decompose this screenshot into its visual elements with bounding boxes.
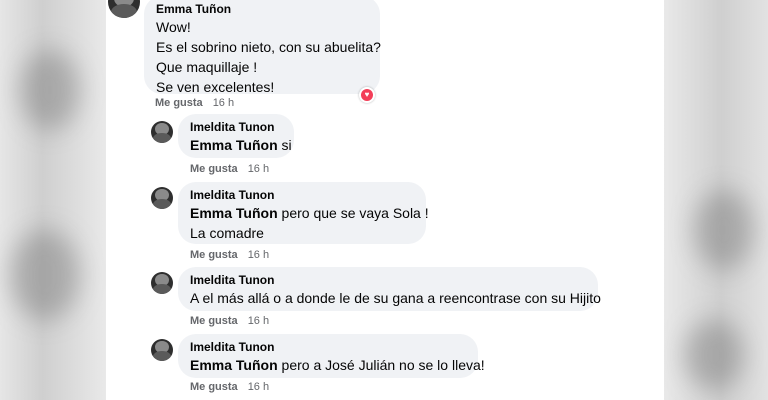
avatar[interactable]	[151, 272, 173, 294]
reply-author[interactable]: Imeldita Tunon	[190, 188, 414, 203]
avatar[interactable]	[151, 121, 173, 143]
mention-link[interactable]: Emma Tuñon	[190, 137, 278, 153]
blurred-shape	[684, 320, 744, 390]
like-link[interactable]: Me gusta	[190, 381, 238, 393]
comment-meta: Me gusta 16 h	[155, 97, 234, 109]
reply-bubble: Imeldita Tunon A el más allá o a donde l…	[178, 267, 601, 311]
blurred-background-left	[0, 0, 106, 400]
comment-thread: Emma Tuñon Wow! Es el sobrino nieto, con…	[106, 0, 664, 400]
heart-reaction-icon[interactable]: ♥	[359, 87, 375, 103]
reply-bubble: Imeldita Tunon Emma Tuñon si	[178, 114, 294, 158]
comment-line: Es el sobrino nieto, con su abuelita?	[156, 39, 381, 55]
reply-text: La comadre	[190, 225, 264, 241]
blurred-shape	[10, 230, 80, 320]
reply-bubble: Imeldita Tunon Emma Tuñon pero a José Ju…	[178, 334, 485, 378]
reply-author[interactable]: Imeldita Tunon	[190, 120, 282, 135]
comment-line: Que maquillaje !	[156, 59, 258, 75]
reply-meta: Me gusta 16 h	[190, 315, 269, 327]
reply-author[interactable]: Imeldita Tunon	[190, 340, 466, 355]
reply-text: A el más allá o a donde le de su gana a …	[190, 290, 601, 306]
reply-text: pero que se vaya Sola !	[281, 205, 429, 221]
reply-meta: Me gusta 16 h	[190, 381, 269, 393]
timestamp[interactable]: 16 h	[248, 249, 269, 261]
comment-author[interactable]: Emma Tuñon	[156, 2, 368, 17]
timestamp[interactable]: 16 h	[248, 163, 269, 175]
reply-meta: Me gusta 16 h	[190, 249, 269, 261]
reply-text: si	[281, 137, 292, 153]
comment-line: Se ven excelentes!	[156, 79, 275, 95]
reply-bubble: Imeldita Tunon Emma Tuñon pero que se va…	[178, 182, 429, 244]
comment-line: Wow!	[156, 19, 191, 35]
reply-meta: Me gusta 16 h	[190, 163, 269, 175]
like-link[interactable]: Me gusta	[190, 249, 238, 261]
avatar[interactable]	[151, 187, 173, 209]
blurred-background-right	[664, 0, 768, 400]
avatar[interactable]	[108, 0, 140, 18]
timestamp[interactable]: 16 h	[248, 381, 269, 393]
like-link[interactable]: Me gusta	[155, 97, 203, 109]
comment-bubble: Emma Tuñon Wow! Es el sobrino nieto, con…	[144, 0, 381, 95]
reply-text: pero a José Julián no se lo lleva!	[281, 357, 485, 373]
like-link[interactable]: Me gusta	[190, 315, 238, 327]
timestamp[interactable]: 16 h	[213, 97, 234, 109]
like-link[interactable]: Me gusta	[190, 163, 238, 175]
reply-author[interactable]: Imeldita Tunon	[190, 273, 586, 288]
mention-link[interactable]: Emma Tuñon	[190, 357, 278, 373]
timestamp[interactable]: 16 h	[248, 315, 269, 327]
mention-link[interactable]: Emma Tuñon	[190, 205, 278, 221]
blurred-shape	[694, 190, 754, 270]
avatar[interactable]	[151, 339, 173, 361]
blurred-shape	[20, 50, 80, 130]
